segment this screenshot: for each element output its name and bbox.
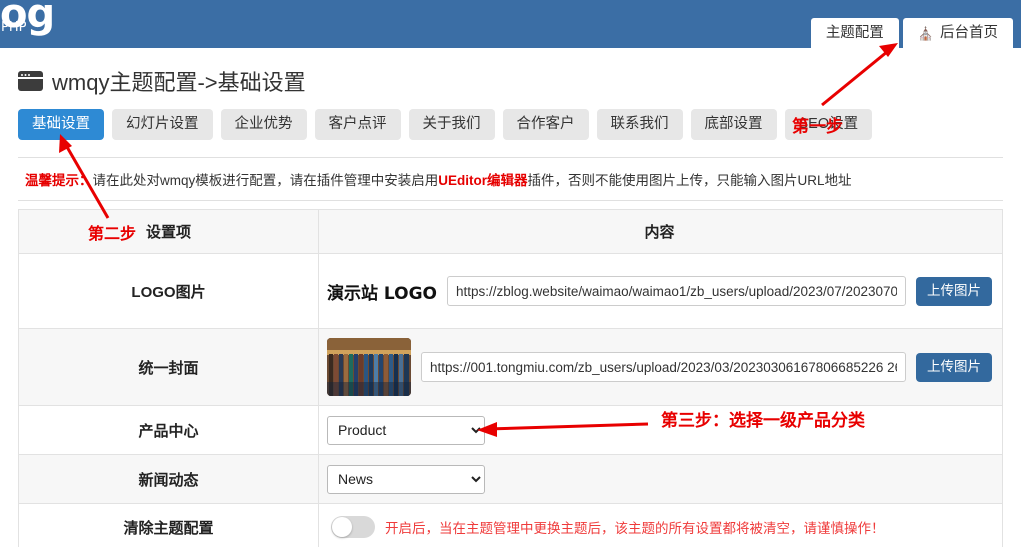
- tip-body-1: 请在此处对wmqy模板进行配置，请在插件管理中安装启用: [92, 173, 439, 189]
- home-icon: ⛪: [917, 25, 934, 41]
- table-row-product-center: 产品中心 Product: [19, 406, 1002, 456]
- topnav-item-admin-home[interactable]: ⛪ 后台首页: [902, 17, 1013, 48]
- row-label-clear-theme-config: 清除主题配置: [19, 504, 319, 547]
- row-content-clear-theme-config: 开启后，当在主题管理中更换主题后，该主题的所有设置都将被清空，请谨慎操作！: [319, 508, 1002, 546]
- tip-body-2: 插件，否则不能使用图片上传，只能输入图片URL地址: [527, 173, 852, 189]
- tab-footer-settings[interactable]: 底部设置: [690, 109, 777, 141]
- tab-about-us[interactable]: 关于我们: [408, 109, 495, 141]
- topnav-label-admin-home: 后台首页: [940, 24, 998, 41]
- row-content-logo-image: 演示站 LOGO 上传图片: [319, 268, 1002, 314]
- tab-seo-settings[interactable]: SEO设置: [784, 109, 873, 141]
- tip-prefix: 温馨提示：: [25, 173, 93, 189]
- topnav-label-theme-config: 主题配置: [825, 24, 884, 41]
- tip-emphasis: UEditor编辑器: [438, 173, 528, 189]
- row-content-unified-cover: 上传图片: [319, 330, 1002, 404]
- page-content: wmqy主题配置->基础设置 基础设置 幻灯片设置 企业优势 客户点评 关于我们…: [0, 48, 1021, 547]
- page-title: wmqy主题配置->基础设置: [10, 48, 1011, 109]
- column-header-content: 内容: [644, 224, 675, 242]
- logo-url-input[interactable]: [447, 276, 906, 307]
- tab-contact-us[interactable]: 联系我们: [596, 109, 683, 141]
- row-label-unified-cover: 统一封面: [19, 329, 319, 406]
- logo-preview-image: 演示站 LOGO: [327, 283, 438, 304]
- table-header-row: 设置项 内容: [19, 210, 1002, 255]
- cover-url-input[interactable]: [421, 352, 906, 383]
- top-header-bar: og PHP 主题配置 ⛪ 后台首页: [0, 0, 1021, 48]
- tip-bar: 温馨提示：请在此处对wmqy模板进行配置，请在插件管理中安装启用UEditor编…: [18, 157, 1003, 202]
- logo-sub-text: PHP: [1, 20, 27, 35]
- topnav-item-theme-config[interactable]: 主题配置: [810, 17, 899, 48]
- table-row-news: 新闻动态 News: [19, 455, 1002, 505]
- tab-company-advantage[interactable]: 企业优势: [220, 109, 307, 141]
- upload-image-button-cover[interactable]: 上传图片: [916, 352, 992, 382]
- row-content-product-center: Product: [319, 408, 1002, 453]
- settings-tabbar: 基础设置 幻灯片设置 企业优势 客户点评 关于我们 合作客户 联系我们 底部设置…: [10, 109, 1011, 141]
- top-navigation: 主题配置 ⛪ 后台首页: [810, 17, 1013, 48]
- browser-window-icon: [18, 71, 43, 91]
- row-content-news: News: [319, 457, 1002, 502]
- app-window: og PHP 主题配置 ⛪ 后台首页 wmqy主题配置->基础设置 基础设置 幻…: [0, 0, 1021, 547]
- tab-basic-settings[interactable]: 基础设置: [18, 109, 104, 141]
- row-label-logo-image: LOGO图片: [19, 254, 319, 329]
- tab-customer-reviews[interactable]: 客户点评: [314, 109, 401, 141]
- zblog-logo[interactable]: og PHP: [0, 0, 55, 35]
- clear-theme-config-toggle[interactable]: [331, 516, 375, 539]
- cover-thumbnail-image: [327, 338, 411, 397]
- product-category-select[interactable]: Product: [327, 415, 485, 445]
- column-header-setting: 设置项: [19, 210, 319, 254]
- clear-theme-config-warning: 开启后，当在主题管理中更换主题后，该主题的所有设置都将被清空，请谨慎操作！: [385, 521, 885, 537]
- upload-image-button-logo[interactable]: 上传图片: [916, 276, 992, 306]
- tab-slider-settings[interactable]: 幻灯片设置: [112, 109, 213, 141]
- row-label-news: 新闻动态: [19, 455, 319, 504]
- page-title-text: wmqy主题配置->基础设置: [52, 70, 306, 95]
- table-row-clear-theme-config: 清除主题配置 开启后，当在主题管理中更换主题后，该主题的所有设置都将被清空，请谨…: [19, 504, 1002, 547]
- table-row-logo-image: LOGO图片 演示站 LOGO 上传图片: [19, 254, 1002, 330]
- news-category-select[interactable]: News: [327, 464, 485, 494]
- row-label-product-center: 产品中心: [19, 406, 319, 455]
- table-row-unified-cover: 统一封面 https://001.tongmiu.com/zb_users/up…: [19, 329, 1002, 407]
- tab-partners[interactable]: 合作客户: [502, 109, 589, 141]
- settings-table: 设置项 内容 LOGO图片 演示站 LOGO 上传图片 统一封面: [18, 209, 1003, 547]
